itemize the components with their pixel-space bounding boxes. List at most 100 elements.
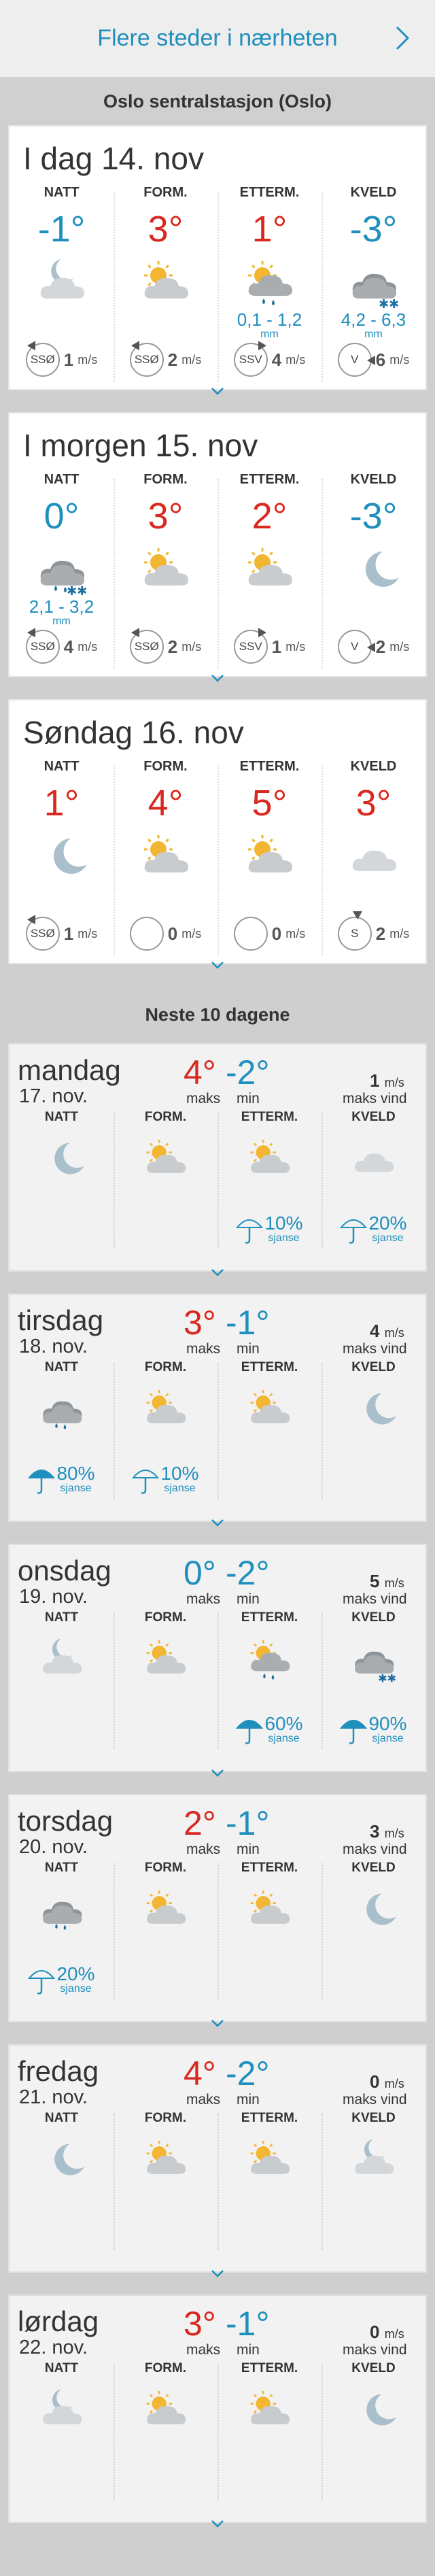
- period-name: KVELD: [350, 472, 397, 487]
- nearby-places-bar[interactable]: Flere steder i nærheten: [0, 0, 435, 78]
- long-day-card[interactable]: lørdag 22. nov. 3° maks -1° min 0 m/s maks vind…: [8, 2294, 427, 2528]
- expand-chevron-icon[interactable]: [207, 1515, 228, 1530]
- day-card[interactable]: I dag 14. nov NATT -1° SSØ 1 m/s FORM. 3° SSØ 2 m/…: [8, 125, 427, 395]
- wind-speed: 2: [375, 636, 386, 657]
- long-day-card[interactable]: fredag 21. nov. 4° maks -2° min 0 m/s maks vind…: [8, 2044, 427, 2277]
- min-temp: -1°: [226, 2305, 270, 2343]
- precip-chance: 60% sjanse: [218, 1714, 321, 1749]
- expand-chevron-icon[interactable]: [207, 671, 228, 685]
- period-name: FORM.: [144, 1861, 187, 1875]
- sun-cloud-icon: [139, 1134, 193, 1183]
- chance-label: sjanse: [372, 1733, 404, 1744]
- max-wind-value: 0: [370, 2071, 380, 2092]
- day-card[interactable]: I morgen 15. nov NATT 0° ✱✱ 2,1 - 3,2 mm SSØ 4 m…: [8, 412, 427, 682]
- wind-direction: SSØ: [134, 353, 159, 366]
- sun-cloud-icon: [243, 2135, 297, 2184]
- wind-unit: m/s: [77, 639, 98, 654]
- long-day-card[interactable]: tirsdag 18. nov. 3° maks -1° min 4 m/s maks vin…: [8, 1293, 427, 1527]
- precipitation: [218, 598, 321, 633]
- period-name: NATT: [44, 759, 80, 774]
- max-wind-value: 5: [370, 1571, 380, 1591]
- long-day-card[interactable]: mandag 17. nov. 4° maks -2° min 1 m/s maks vind…: [8, 1043, 427, 1276]
- wind-unit: m/s: [384, 1326, 404, 1340]
- day-card[interactable]: Søndag 16. nov NATT 1° SSØ 1 m/s FORM. 4° 0 m/s ET…: [8, 699, 427, 969]
- wind-speed: 0: [167, 923, 178, 944]
- precip-chance: 20% sjanse: [321, 1214, 425, 1249]
- period-column: KVELD -3° ✱✱ 4,2 - 6,3 mm V 6 m/s: [321, 185, 425, 389]
- max-temp: 3°: [184, 2305, 216, 2343]
- wind-speed: 1: [63, 923, 74, 944]
- min-temp: -2°: [226, 2054, 270, 2092]
- period-name: ETTERM.: [241, 1610, 298, 1625]
- sun-cloud-rain-icon: [243, 1635, 297, 1684]
- temperature: 3°: [147, 496, 184, 537]
- max-temp: 2°: [184, 1804, 216, 1842]
- wind-direction: SSØ: [134, 640, 159, 653]
- date: 21. nov.: [19, 2086, 88, 2108]
- cloud-rain-snow-icon: ✱✱: [31, 542, 92, 598]
- cloud-icon: [343, 829, 404, 883]
- max-wind: 5 m/s: [370, 1571, 404, 1592]
- expand-chevron-icon[interactable]: [207, 2016, 228, 2031]
- wind-direction-icon: SSØ: [129, 341, 164, 377]
- period-name: FORM.: [143, 185, 188, 200]
- period-name: FORM.: [143, 472, 188, 487]
- expand-chevron-icon[interactable]: [207, 957, 228, 972]
- precipitation: 0,1 - 1,2 mm: [218, 311, 321, 346]
- umbrella-icon: [340, 1714, 368, 1749]
- max-wind: 0 m/s: [370, 2071, 404, 2092]
- period-column: ETTERM. 60% sjanse: [218, 1610, 321, 1753]
- expand-chevron-icon[interactable]: [207, 1765, 228, 1780]
- period-name: NATT: [44, 1610, 79, 1625]
- sun-cloud-icon: [243, 1134, 297, 1183]
- period-column: ETTERM. 1° 0,1 - 1,2 mm SSV 4 m/s: [218, 185, 321, 389]
- period-name: KVELD: [351, 1861, 396, 1875]
- min-label: min: [237, 1091, 260, 1106]
- max-label: maks: [186, 1091, 221, 1106]
- short-forecast: I dag 14. nov NATT -1° SSØ 1 m/s FORM. 3° SSØ 2 m/…: [0, 125, 435, 986]
- long-day-card[interactable]: onsdag 19. nov. 0° maks -2° min 5 m/s maks vind…: [8, 1544, 427, 1777]
- precipitation-unit: mm: [52, 615, 71, 627]
- period-column: ETTERM.: [218, 2361, 321, 2504]
- date: 17. nov.: [19, 1085, 88, 1107]
- max-wind: 0 m/s: [370, 2322, 404, 2343]
- period-name: KVELD: [351, 2111, 396, 2125]
- svg-text:✱✱: ✱✱: [379, 297, 399, 309]
- period-column: NATT: [10, 1610, 114, 1753]
- expand-chevron-icon[interactable]: [207, 2516, 228, 2531]
- period-name: NATT: [44, 1360, 79, 1374]
- period-name: ETTERM.: [239, 185, 300, 200]
- chance-label: sjanse: [60, 1983, 92, 1995]
- wind-arrow-icon: [254, 628, 266, 640]
- moon-icon: [347, 1385, 401, 1434]
- temperature: 3°: [355, 783, 392, 824]
- umbrella-icon: [236, 1214, 264, 1249]
- sun-cloud-icon: [135, 542, 196, 596]
- period-column: KVELD 20% sjanse: [321, 1110, 425, 1253]
- wind-direction-icon: V: [337, 343, 375, 377]
- expand-chevron-icon[interactable]: [207, 384, 228, 399]
- temperature: 3°: [147, 209, 184, 250]
- moon-icon: [35, 2135, 89, 2184]
- period-column: KVELD: [321, 1360, 425, 1503]
- wind-unit: m/s: [77, 926, 98, 940]
- min-temp: -1°: [226, 1804, 270, 1842]
- sun-cloud-icon: [243, 1885, 297, 1934]
- long-day-card[interactable]: torsdag 20. nov. 2° maks -1° min 3 m/s maks vin…: [8, 1794, 427, 2027]
- precipitation: [321, 598, 425, 633]
- expand-chevron-icon[interactable]: [207, 2266, 228, 2281]
- wind-direction-icon: S: [337, 911, 372, 951]
- period-column: KVELD -3° V 2 m/s: [321, 472, 425, 676]
- cloud-rain-icon: [35, 1385, 89, 1434]
- expand-chevron-icon[interactable]: [207, 1265, 228, 1280]
- wind-speed: 0: [271, 923, 282, 944]
- period-name: NATT: [44, 2111, 79, 2125]
- umbrella-icon: [28, 1464, 56, 1499]
- period-column: ETTERM. 5° 0 m/s: [218, 759, 321, 963]
- min-label: min: [237, 2342, 260, 2358]
- period-name: NATT: [44, 1861, 79, 1875]
- chevron-right-icon[interactable]: [389, 24, 416, 52]
- nearby-places-link[interactable]: Flere steder i nærheten: [97, 25, 337, 52]
- max-wind-label: maks vind: [343, 1842, 407, 1857]
- moon-cloud-icon: [347, 2135, 401, 2184]
